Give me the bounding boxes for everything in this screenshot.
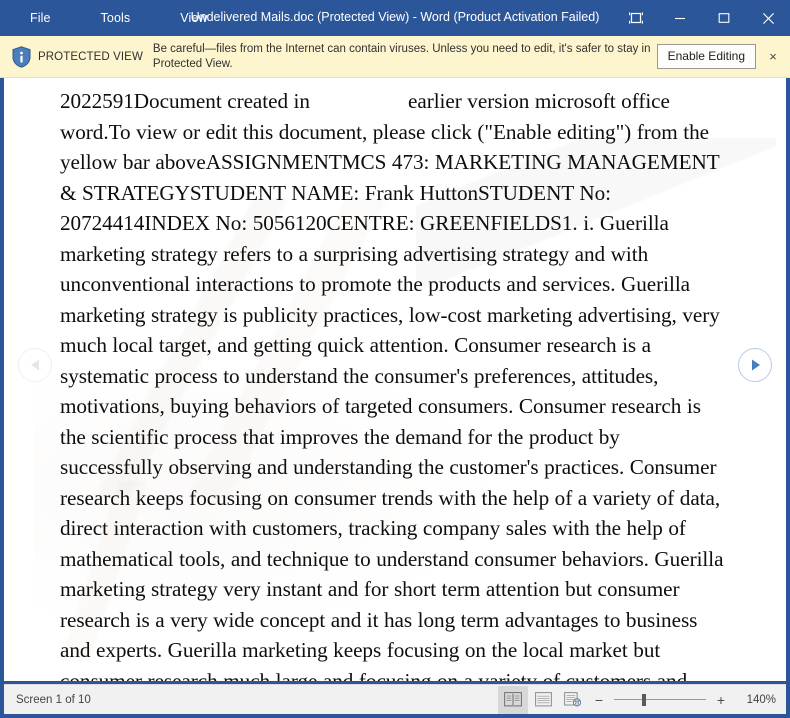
window-controls bbox=[614, 0, 790, 36]
print-layout-button[interactable] bbox=[528, 686, 558, 714]
zoom-level-label[interactable]: 140% bbox=[742, 694, 776, 706]
screen-indicator[interactable]: Screen 1 of 10 bbox=[16, 694, 91, 706]
zoom-in-button[interactable]: + bbox=[712, 693, 730, 707]
close-protected-view-bar-icon[interactable]: × bbox=[764, 50, 782, 63]
protected-view-message: Be careful—files from the Internet can c… bbox=[152, 42, 651, 70]
document-text: 2022591Document created in earlier versio… bbox=[60, 86, 728, 681]
protected-view-label: PROTECTED VIEW bbox=[38, 50, 143, 63]
ribbon-display-options-icon[interactable] bbox=[614, 0, 658, 36]
word-window: File Tools View Undelivered Mails.doc (P… bbox=[0, 0, 790, 718]
enable-editing-button[interactable]: Enable Editing bbox=[656, 44, 756, 69]
status-bar-right: − + 140% bbox=[498, 685, 776, 715]
status-bar: Screen 1 of 10 − + 140% bbox=[4, 684, 786, 714]
shield-info-icon bbox=[10, 45, 32, 69]
read-mode-button[interactable] bbox=[498, 685, 528, 714]
maximize-button[interactable] bbox=[702, 0, 746, 36]
menu-tools[interactable]: Tools bbox=[95, 7, 137, 29]
zoom-slider[interactable] bbox=[614, 693, 706, 707]
title-bar: File Tools View Undelivered Mails.doc (P… bbox=[0, 0, 790, 36]
zoom-out-button[interactable]: − bbox=[590, 693, 608, 707]
minimize-button[interactable] bbox=[658, 0, 702, 36]
menu-view[interactable]: View bbox=[174, 7, 213, 29]
previous-screen-arrow[interactable] bbox=[18, 348, 52, 382]
menu-file[interactable]: File bbox=[24, 7, 57, 29]
document-lead-text: 2022591Document created in bbox=[60, 89, 310, 113]
document-canvas: 2022591Document created in earlier versio… bbox=[0, 78, 790, 681]
document-body-text: earlier version microsoft office word.To… bbox=[60, 89, 724, 681]
web-layout-button[interactable] bbox=[558, 686, 588, 714]
close-button[interactable] bbox=[746, 0, 790, 36]
zoom-slider-thumb[interactable] bbox=[642, 693, 646, 706]
protected-view-bar: PROTECTED VIEW Be careful—files from the… bbox=[0, 36, 790, 78]
next-screen-arrow[interactable] bbox=[738, 348, 772, 382]
